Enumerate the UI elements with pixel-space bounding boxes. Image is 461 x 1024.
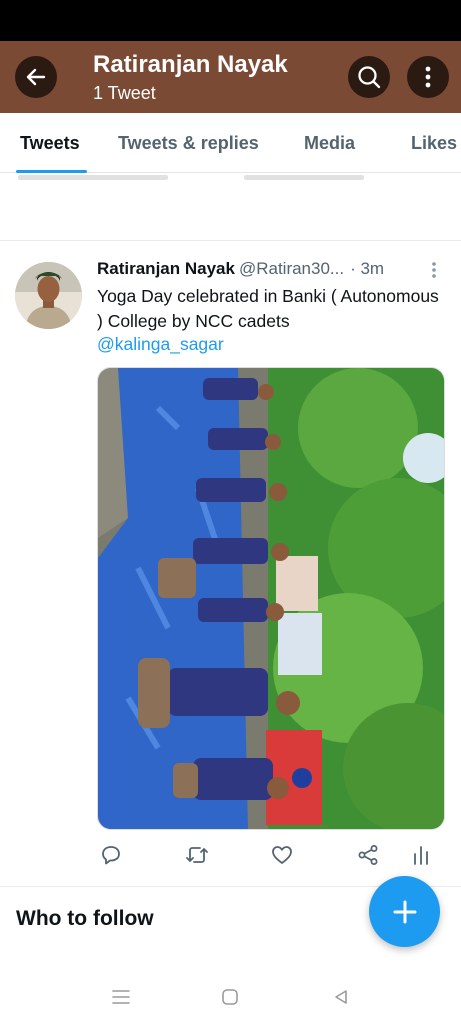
share-icon bbox=[358, 845, 378, 865]
system-navigation-bar bbox=[0, 968, 461, 1024]
yoga-day-photo bbox=[98, 368, 444, 829]
profile-tabs: Tweets Tweets & replies Media Likes bbox=[0, 113, 461, 173]
more-vertical-icon bbox=[432, 262, 436, 278]
arrow-left-icon bbox=[26, 68, 46, 86]
reply-button[interactable] bbox=[98, 842, 124, 868]
tweet-author-line: Ratiranjan Nayak @Ratiran30... · 3m bbox=[97, 259, 384, 279]
back-button[interactable] bbox=[15, 56, 57, 98]
back-icon bbox=[335, 990, 347, 1004]
analytics-icon bbox=[414, 846, 428, 865]
who-to-follow-heading: Who to follow bbox=[16, 907, 154, 930]
compose-tweet-button[interactable] bbox=[369, 876, 440, 947]
retweet-icon bbox=[186, 847, 208, 863]
share-button[interactable] bbox=[355, 842, 381, 868]
tweet-card[interactable]: Ratiranjan Nayak @Ratiran30... · 3m Yoga D… bbox=[0, 242, 461, 887]
tab-media[interactable]: Media bbox=[304, 133, 355, 154]
retweet-button[interactable] bbox=[184, 842, 210, 868]
mention-link[interactable]: @kalinga_sagar bbox=[97, 334, 224, 355]
tweet-text: Yoga Day celebrated in Banki ( Autonomou… bbox=[97, 286, 439, 331]
author-handle[interactable]: @Ratiran30... bbox=[239, 259, 344, 278]
avatar-photo bbox=[15, 262, 82, 329]
analytics-button[interactable] bbox=[408, 842, 434, 868]
search-icon bbox=[358, 66, 381, 89]
tweet-menu-button[interactable] bbox=[426, 260, 442, 280]
tweet-photo[interactable] bbox=[97, 367, 445, 830]
cutoff-text-fragment bbox=[18, 175, 168, 180]
recent-apps-button[interactable] bbox=[110, 986, 132, 1008]
tab-likes[interactable]: Likes bbox=[411, 133, 457, 154]
search-button[interactable] bbox=[348, 56, 390, 98]
tweet-count: 1 Tweet bbox=[93, 83, 156, 103]
tweet-actions bbox=[0, 842, 461, 872]
like-button[interactable] bbox=[269, 842, 295, 868]
plus-icon bbox=[393, 900, 416, 923]
avatar[interactable] bbox=[15, 262, 82, 329]
tab-tweets-and-replies[interactable]: Tweets & replies bbox=[118, 133, 259, 154]
home-icon bbox=[222, 989, 238, 1005]
recent-apps-icon bbox=[112, 990, 130, 1004]
more-options-button[interactable] bbox=[407, 56, 449, 98]
profile-header: Ratiranjan Nayak 1 Tweet bbox=[0, 41, 461, 113]
more-vertical-icon bbox=[425, 66, 431, 88]
tab-tweets[interactable]: Tweets bbox=[20, 133, 80, 154]
status-bar bbox=[0, 0, 461, 41]
system-back-button[interactable] bbox=[330, 986, 352, 1008]
profile-name: Ratiranjan Nayak bbox=[93, 51, 288, 78]
cutoff-text-fragment bbox=[244, 175, 364, 180]
home-button[interactable] bbox=[219, 986, 241, 1008]
like-icon bbox=[272, 846, 292, 864]
tweet-time: · 3m bbox=[350, 259, 385, 278]
author-name[interactable]: Ratiranjan Nayak bbox=[97, 259, 235, 278]
reply-icon bbox=[102, 846, 120, 865]
scrolled-content-remnant bbox=[0, 173, 461, 241]
